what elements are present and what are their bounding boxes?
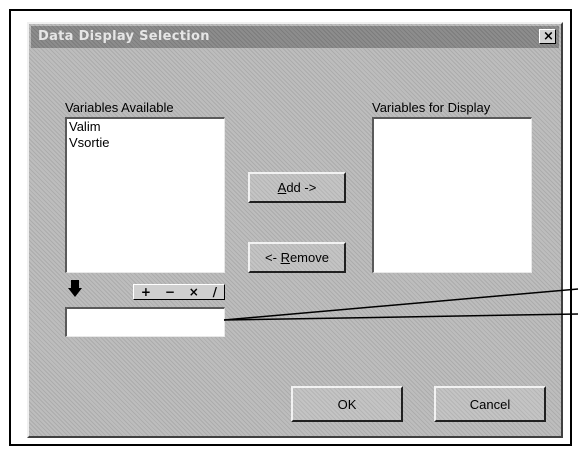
callout-lines bbox=[223, 288, 579, 321]
